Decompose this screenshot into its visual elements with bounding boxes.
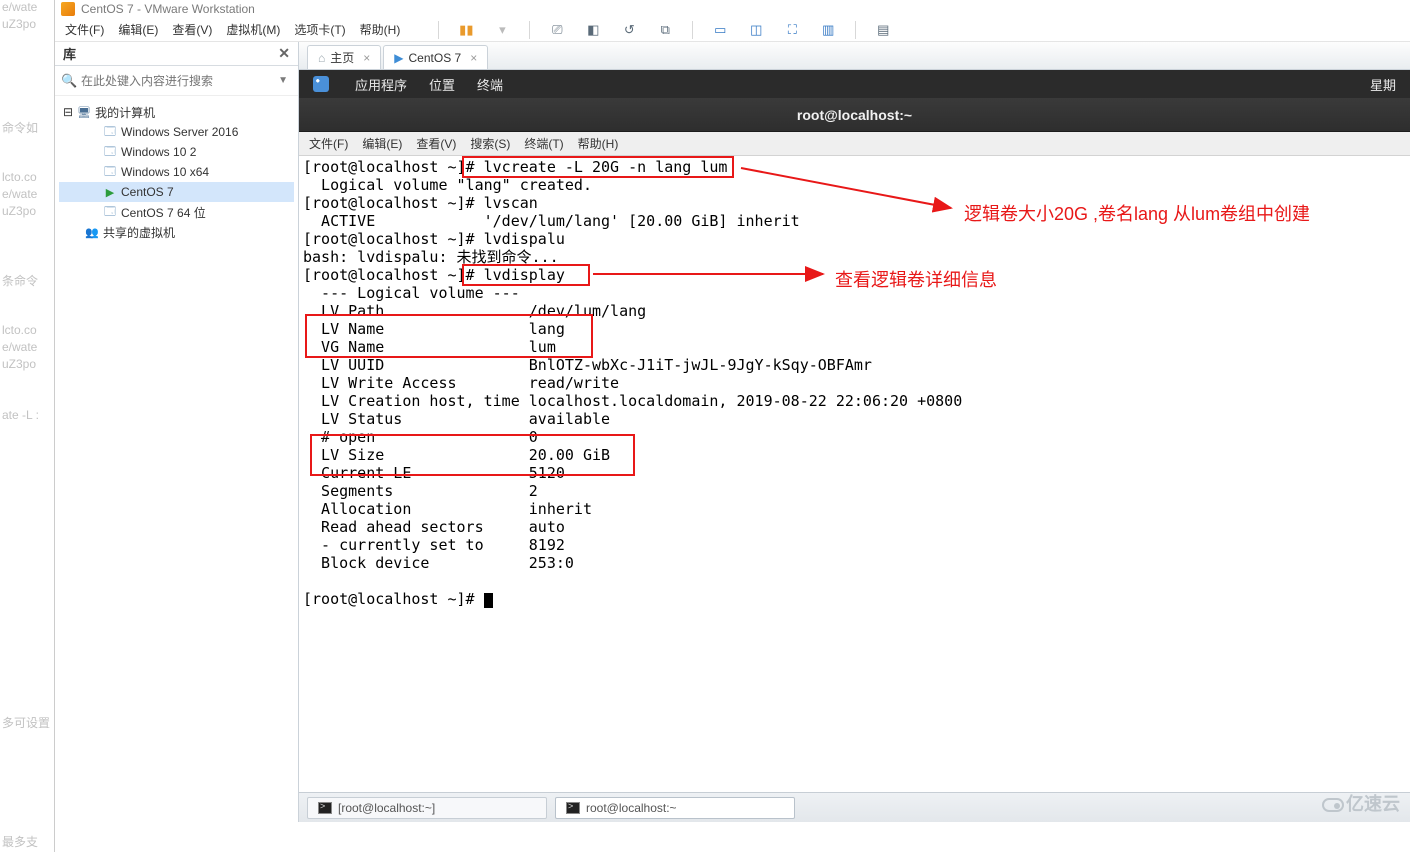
- computer-icon: 🖥: [77, 105, 91, 119]
- shared-icon: 👥: [85, 225, 99, 239]
- tree-item-win10-2[interactable]: 🗔 Windows 10 2: [59, 142, 294, 162]
- pause-button[interactable]: ▮▮: [455, 19, 477, 41]
- term-menu-view[interactable]: 查看(V): [416, 135, 456, 152]
- multimonitor-button[interactable]: ▥: [817, 19, 839, 41]
- vm-icon: 🗔: [103, 145, 117, 159]
- tree-item-label: Windows 10 2: [121, 145, 196, 159]
- page-gutter: e/wateuZ3po命令如lcto.coe/wateuZ3po条命令lcto.…: [0, 0, 54, 852]
- tree-item-label: CentOS 7: [121, 185, 174, 199]
- sidebar-header: 库 ✕: [55, 42, 298, 66]
- annotation-text-1: 逻辑卷大小20G ,卷名lang 从lum卷组中创建: [964, 200, 1310, 226]
- annotation-text-2: 查看逻辑卷详细信息: [835, 266, 997, 292]
- menu-edit[interactable]: 编辑(E): [118, 21, 158, 38]
- vm-tab-icon: ▶: [394, 51, 403, 65]
- tree-item-centos7[interactable]: ▶ CentOS 7: [59, 182, 294, 202]
- activities-icon[interactable]: [313, 76, 329, 92]
- vm-icon: 🗔: [103, 125, 117, 139]
- unity-button[interactable]: ◫: [745, 19, 767, 41]
- gnome-apps[interactable]: 应用程序: [355, 75, 407, 94]
- tab-close-icon[interactable]: ×: [363, 51, 370, 65]
- fit-guest-button[interactable]: ▭: [709, 19, 731, 41]
- home-icon: ⌂: [318, 51, 325, 65]
- terminal-menu-bar: 文件(F) 编辑(E) 查看(V) 搜索(S) 终端(T) 帮助(H): [299, 132, 1410, 156]
- fullscreen-button[interactable]: ⛶: [781, 19, 803, 41]
- tree-item-ws2016[interactable]: 🗔 Windows Server 2016: [59, 122, 294, 142]
- vmware-icon: [61, 2, 75, 16]
- search-dropdown-icon[interactable]: ▼: [274, 75, 292, 86]
- library-toggle-button[interactable]: ▤: [872, 19, 894, 41]
- task-item-2[interactable]: root@localhost:~: [555, 797, 795, 819]
- menu-file[interactable]: 文件(F): [65, 21, 104, 38]
- snapshot-manager-button[interactable]: ⧉: [654, 19, 676, 41]
- terminal-window-title: root@localhost:~: [797, 107, 912, 123]
- task-item-1[interactable]: [root@localhost:~]: [307, 797, 547, 819]
- menu-tabs[interactable]: 选项卡(T): [294, 21, 345, 38]
- tree-item-label: CentOS 7 64 位: [121, 204, 206, 221]
- terminal-title-bar: root@localhost:~: [299, 98, 1410, 132]
- vm-running-icon: ▶: [103, 185, 117, 199]
- sidebar-close-button[interactable]: ✕: [278, 45, 290, 62]
- tab-vm-label: CentOS 7: [409, 51, 462, 65]
- task-item-label: [root@localhost:~]: [338, 801, 435, 815]
- tab-centos7[interactable]: ▶ CentOS 7 ×: [383, 45, 488, 69]
- tree-root-label: 我的计算机: [95, 104, 155, 121]
- term-menu-search[interactable]: 搜索(S): [470, 135, 510, 152]
- gnome-places[interactable]: 位置: [429, 75, 455, 94]
- watermark: 亿速云: [1322, 790, 1400, 816]
- tab-close-icon[interactable]: ×: [470, 51, 477, 65]
- vm-icon: 🗔: [103, 165, 117, 179]
- expand-icon: ⊟: [63, 105, 73, 119]
- task-item-label: root@localhost:~: [586, 801, 677, 815]
- tab-home[interactable]: ⌂ 主页 ×: [307, 45, 381, 69]
- tree-item-label: Windows 10 x64: [121, 165, 209, 179]
- term-menu-edit[interactable]: 编辑(E): [362, 135, 402, 152]
- search-icon: 🔍: [61, 73, 77, 89]
- window-title: CentOS 7 - VMware Workstation: [81, 2, 255, 16]
- menu-help[interactable]: 帮助(H): [360, 21, 401, 38]
- terminal-viewport[interactable]: [root@localhost ~]# lvcreate -L 20G -n l…: [299, 156, 1410, 822]
- tree-item-centos7-64[interactable]: 🗔 CentOS 7 64 位: [59, 202, 294, 222]
- menu-vm[interactable]: 虚拟机(M): [226, 21, 280, 38]
- gnome-terminal[interactable]: 终端: [477, 75, 503, 94]
- terminal-output: [root@localhost ~]# lvcreate -L 20G -n l…: [299, 156, 966, 610]
- gnome-taskbar: [root@localhost:~] root@localhost:~: [299, 792, 1410, 822]
- resume-dropdown[interactable]: ▾: [491, 19, 513, 41]
- term-menu-file[interactable]: 文件(F): [309, 135, 348, 152]
- term-menu-terminal[interactable]: 终端(T): [524, 135, 563, 152]
- sidebar-title: 库: [63, 44, 76, 63]
- vm-tree: ⊟ 🖥 我的计算机 🗔 Windows Server 2016 🗔 Window…: [55, 96, 298, 248]
- gnome-top-bar: 应用程序 位置 终端 星期: [299, 70, 1410, 98]
- menu-bar: 文件(F) 编辑(E) 查看(V) 虚拟机(M) 选项卡(T) 帮助(H) ▮▮…: [55, 18, 1410, 42]
- tab-strip: ⌂ 主页 × ▶ CentOS 7 ×: [299, 42, 1410, 70]
- terminal-icon: [566, 802, 580, 814]
- library-sidebar: 库 ✕ 🔍 ▼ ⊟ 🖥 我的计算机 🗔 Windows Server 2016: [55, 42, 299, 822]
- vm-icon: 🗔: [103, 205, 117, 219]
- term-menu-help[interactable]: 帮助(H): [578, 135, 619, 152]
- tree-shared-label: 共享的虚拟机: [103, 224, 175, 241]
- tree-item-win10x64[interactable]: 🗔 Windows 10 x64: [59, 162, 294, 182]
- send-keys-button[interactable]: ⎚: [546, 19, 568, 41]
- vmware-window: CentOS 7 - VMware Workstation 文件(F) 编辑(E…: [54, 0, 1410, 852]
- tab-home-label: 主页: [330, 49, 354, 66]
- snapshot-button[interactable]: ◧: [582, 19, 604, 41]
- tree-item-label: Windows Server 2016: [121, 125, 238, 139]
- title-bar: CentOS 7 - VMware Workstation: [55, 0, 1410, 18]
- snapshot-revert-button[interactable]: ↺: [618, 19, 640, 41]
- tree-shared[interactable]: 👥 共享的虚拟机: [59, 222, 294, 242]
- menu-view[interactable]: 查看(V): [172, 21, 212, 38]
- search-input[interactable]: [81, 74, 270, 88]
- sidebar-search: 🔍 ▼: [55, 66, 298, 96]
- tree-root[interactable]: ⊟ 🖥 我的计算机: [59, 102, 294, 122]
- terminal-icon: [318, 802, 332, 814]
- content-area: ⌂ 主页 × ▶ CentOS 7 × 应用程序 位置 终端 星期: [299, 42, 1410, 822]
- gnome-clock[interactable]: 星期: [1370, 75, 1396, 94]
- watermark-icon: [1322, 798, 1344, 812]
- cursor-icon: [484, 593, 493, 608]
- main-area: 库 ✕ 🔍 ▼ ⊟ 🖥 我的计算机 🗔 Windows Server 2016: [55, 42, 1410, 822]
